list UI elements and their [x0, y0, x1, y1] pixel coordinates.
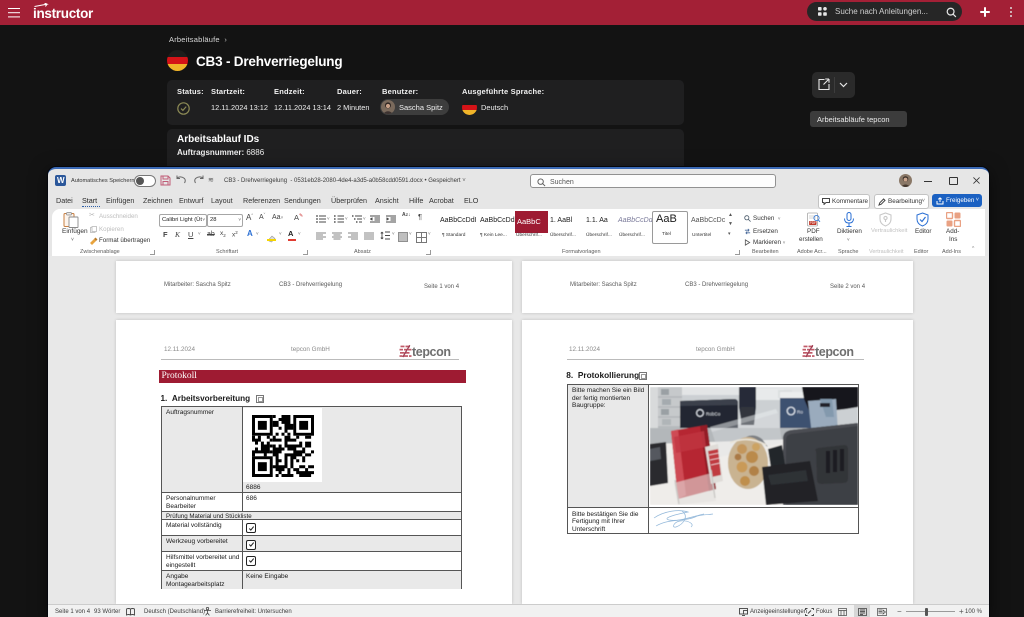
svg-text:RobCo: RobCo	[706, 412, 721, 417]
svg-text:Ro: Ro	[797, 410, 803, 415]
svg-text:tepcon: tepcon	[815, 345, 854, 358]
svg-text:tepcon: tepcon	[412, 345, 451, 358]
svg-text:PDF: PDF	[810, 221, 816, 225]
svg-text:instructor: instructor	[33, 6, 94, 21]
